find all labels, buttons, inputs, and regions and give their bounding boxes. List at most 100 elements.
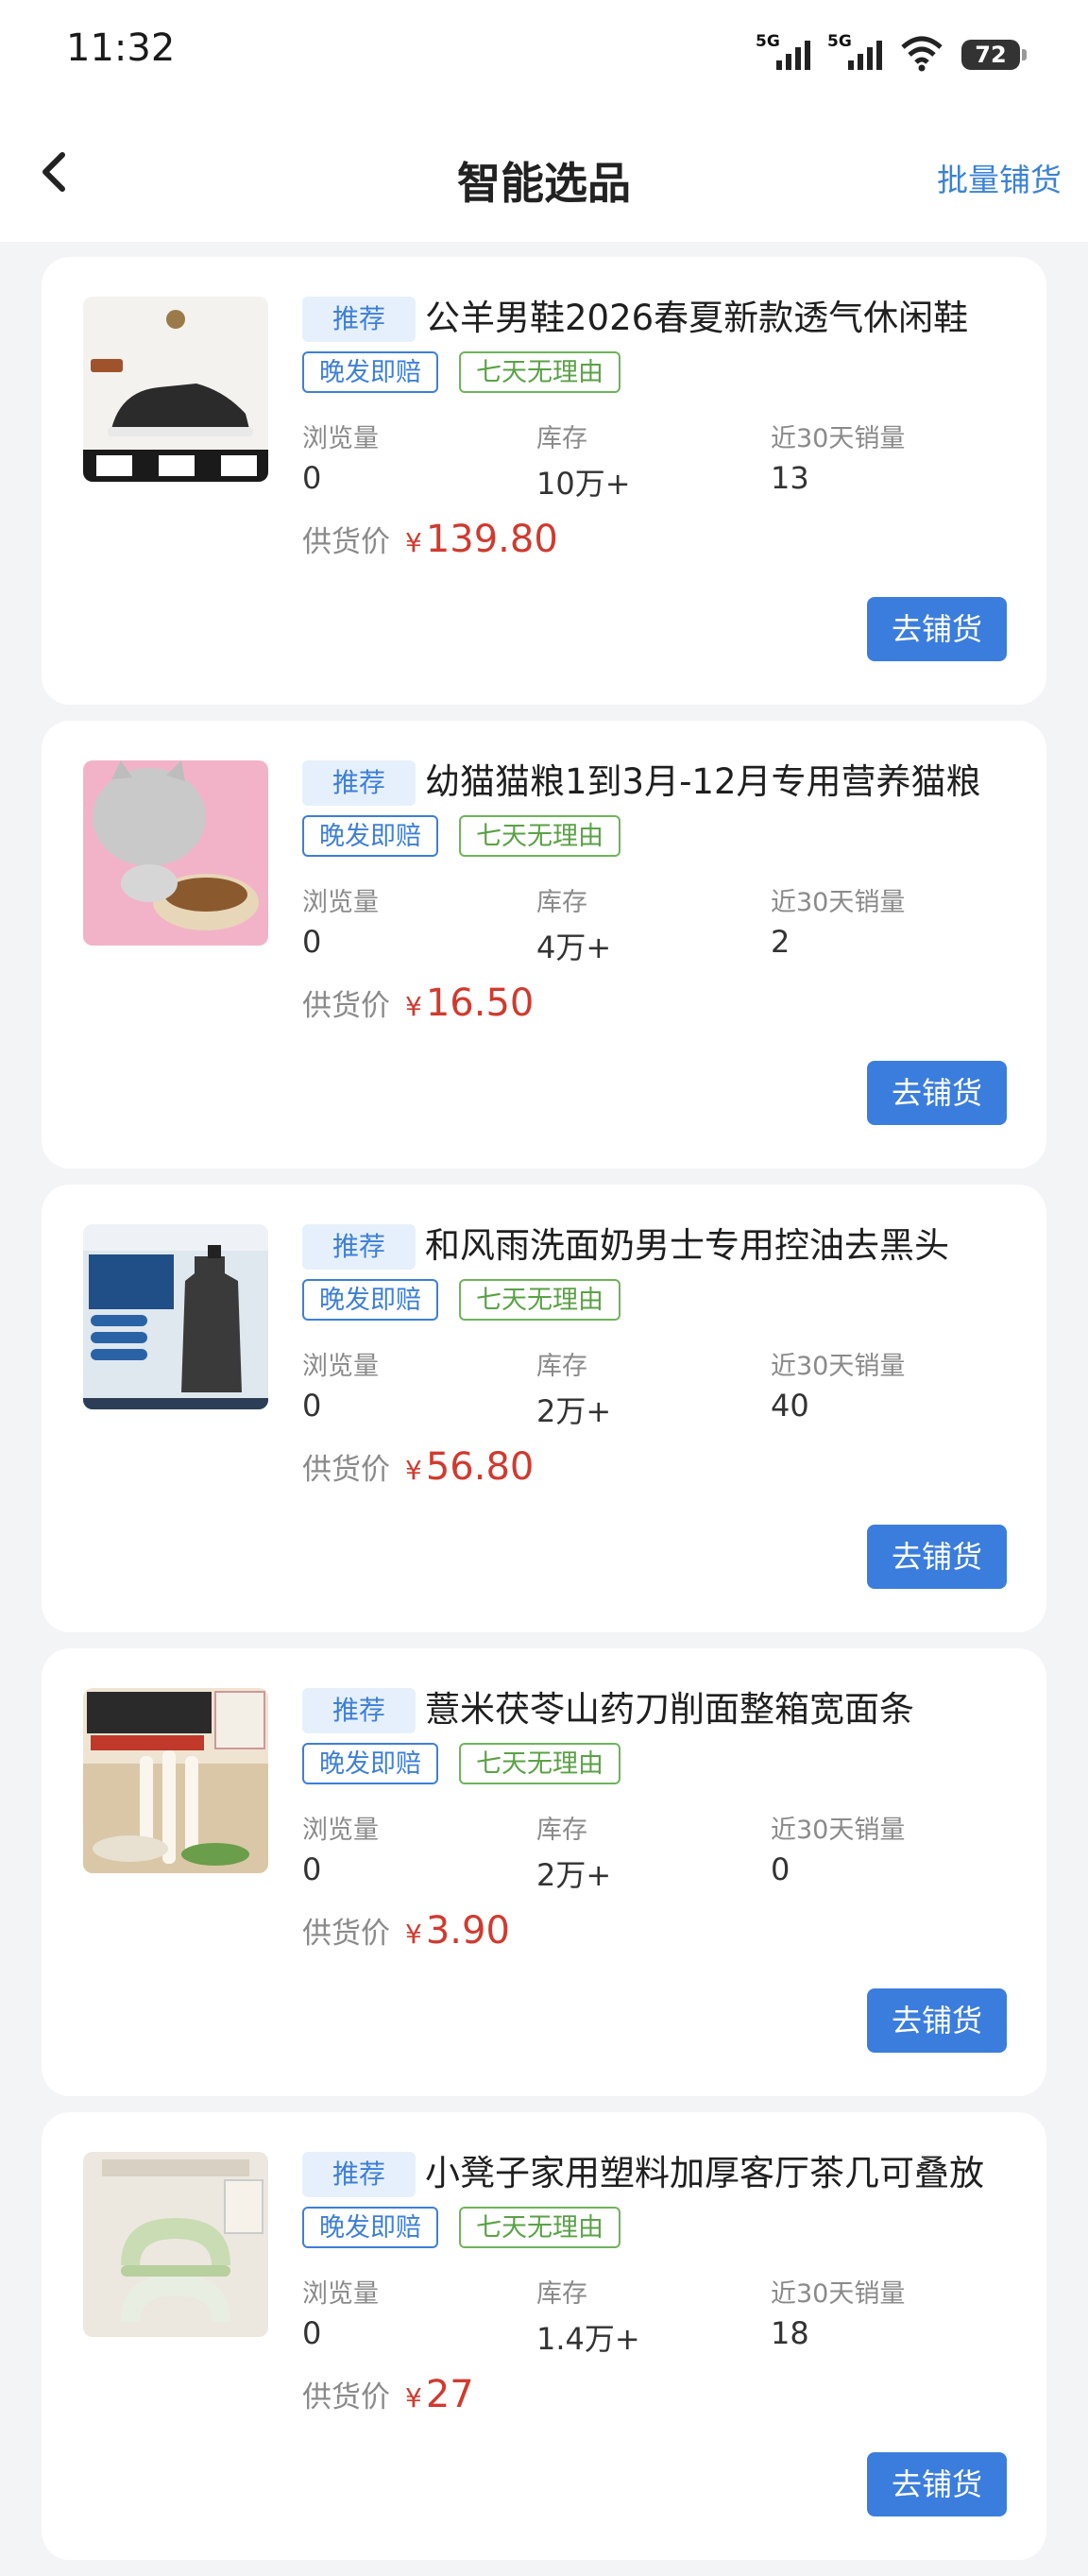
- views-stat: 浏览量 0: [302, 1809, 379, 1887]
- sales-label: 近30天销量: [771, 2279, 906, 2309]
- product-card[interactable]: 推荐 幼猫猫粮1到3月-12月专用营养猫粮 晚发即赔 七天无理由 浏览量 0 库…: [42, 721, 1046, 1169]
- product-image[interactable]: [83, 297, 268, 482]
- views-stat: 浏览量 0: [302, 881, 379, 960]
- price-value: 3.90: [425, 1909, 510, 1953]
- late-compensation-badge: 晚发即赔: [302, 2207, 438, 2248]
- seven-day-return-badge: 七天无理由: [459, 2207, 620, 2248]
- product-name[interactable]: 薏米茯苓山药刀削面整箱宽面条: [425, 1684, 1011, 1735]
- recommend-tag: 推荐: [302, 760, 416, 806]
- currency-symbol: ¥: [405, 1455, 422, 1486]
- price-value: 56.80: [425, 1445, 535, 1489]
- distribute-button[interactable]: 去铺货: [867, 597, 1007, 661]
- seven-day-return-badge: 七天无理由: [459, 351, 620, 393]
- currency-symbol: ¥: [405, 2382, 422, 2414]
- service-badges: 晚发即赔 七天无理由: [302, 2207, 620, 2248]
- signal-icon: 5G: [827, 32, 882, 74]
- supply-price-label: 供货价: [302, 1917, 390, 1951]
- currency-symbol: ¥: [405, 1919, 422, 1950]
- views-stat: 浏览量 0: [302, 2273, 379, 2351]
- seven-day-return-badge: 七天无理由: [459, 815, 620, 857]
- sales-value: 40: [771, 1388, 809, 1424]
- product-card[interactable]: 推荐 薏米茯苓山药刀削面整箱宽面条 晚发即赔 七天无理由 浏览量 0 库存 2万…: [42, 1648, 1046, 2096]
- price-value: 16.50: [425, 981, 535, 1025]
- sales-label: 近30天销量: [771, 1352, 906, 1381]
- batch-distribute-button[interactable]: 批量铺货: [937, 155, 1062, 200]
- supply-price-label: 供货价: [302, 989, 390, 1023]
- late-compensation-badge: 晚发即赔: [302, 351, 438, 393]
- sales-stat: 近30天销量 2: [771, 881, 905, 960]
- sales-value: 13: [771, 460, 809, 496]
- stool-image: [83, 2152, 268, 2337]
- stock-stat: 库存 4万+: [536, 881, 611, 967]
- views-value: 0: [302, 2315, 322, 2351]
- stock-stat: 库存 10万+: [536, 418, 631, 503]
- sales-label: 近30天销量: [771, 424, 906, 453]
- views-label: 浏览量: [302, 1816, 379, 1845]
- supply-price-label: 供货价: [302, 525, 390, 559]
- product-name[interactable]: 小凳子家用塑料加厚客厅茶几可叠放: [425, 2148, 1011, 2199]
- shoe-image: [83, 297, 268, 482]
- sales-value: 0: [771, 1851, 790, 1887]
- seven-day-return-badge: 七天无理由: [459, 1279, 620, 1321]
- distribute-button[interactable]: 去铺货: [867, 1525, 1007, 1589]
- product-card[interactable]: 推荐 公羊男鞋2026春夏新款透气休闲鞋 晚发即赔 七天无理由 浏览量 0 库存…: [42, 257, 1046, 705]
- service-badges: 晚发即赔 七天无理由: [302, 815, 620, 857]
- product-list: 推荐 公羊男鞋2026春夏新款透气休闲鞋 晚发即赔 七天无理由 浏览量 0 库存…: [42, 257, 1046, 2576]
- status-time: 11:32: [66, 26, 176, 70]
- late-compensation-badge: 晚发即赔: [302, 1743, 438, 1784]
- stock-label: 库存: [536, 1816, 587, 1845]
- sales-stat: 近30天销量 0: [771, 1809, 905, 1887]
- product-image[interactable]: [83, 1224, 268, 1409]
- currency-symbol: ¥: [405, 527, 422, 558]
- stock-value: 10万+: [536, 466, 631, 502]
- views-stat: 浏览量 0: [302, 418, 379, 496]
- stock-label: 库存: [536, 888, 587, 917]
- sales-value: 18: [771, 2315, 809, 2351]
- cleanser-image: [83, 1224, 268, 1409]
- product-card[interactable]: 推荐 小凳子家用塑料加厚客厅茶几可叠放 晚发即赔 七天无理由 浏览量 0 库存 …: [42, 2112, 1046, 2560]
- cat-food-image: [83, 760, 268, 946]
- sales-stat: 近30天销量 13: [771, 418, 905, 496]
- product-image[interactable]: [83, 1688, 268, 1873]
- price-row: 供货价 ¥ 56.80: [302, 1445, 534, 1489]
- late-compensation-badge: 晚发即赔: [302, 815, 438, 857]
- status-icons: 5G 5G 72: [756, 26, 1027, 74]
- service-badges: 晚发即赔 七天无理由: [302, 1279, 620, 1321]
- views-label: 浏览量: [302, 888, 379, 917]
- distribute-button[interactable]: 去铺货: [867, 1061, 1007, 1125]
- stock-label: 库存: [536, 2279, 587, 2309]
- product-image[interactable]: [83, 2152, 268, 2337]
- views-value: 0: [302, 460, 322, 496]
- stock-stat: 库存 2万+: [536, 1809, 611, 1895]
- stock-label: 库存: [536, 1352, 587, 1381]
- stock-stat: 库存 1.4万+: [536, 2273, 640, 2359]
- price-row: 供货价 ¥ 3.90: [302, 1909, 510, 1953]
- price-row: 供货价 ¥ 27: [302, 2373, 474, 2416]
- product-card[interactable]: 推荐 和风雨洗面奶男士专用控油去黑头 晚发即赔 七天无理由 浏览量 0 库存 2…: [42, 1185, 1046, 1632]
- recommend-tag: 推荐: [302, 1224, 416, 1270]
- views-value: 0: [302, 1851, 322, 1887]
- battery-icon: 72: [961, 40, 1027, 70]
- views-stat: 浏览量 0: [302, 1345, 379, 1424]
- product-name[interactable]: 和风雨洗面奶男士专用控油去黑头: [425, 1220, 1011, 1271]
- price-row: 供货价 ¥ 16.50: [302, 981, 534, 1025]
- recommend-tag: 推荐: [302, 1688, 416, 1733]
- distribute-button[interactable]: 去铺货: [867, 1988, 1007, 2053]
- wifi-icon: [899, 32, 944, 74]
- stock-label: 库存: [536, 424, 587, 453]
- service-badges: 晚发即赔 七天无理由: [302, 351, 620, 393]
- page-title: 智能选品: [457, 158, 631, 209]
- sales-stat: 近30天销量 40: [771, 1345, 905, 1424]
- product-name[interactable]: 幼猫猫粮1到3月-12月专用营养猫粮: [425, 757, 1011, 808]
- supply-price-label: 供货价: [302, 2380, 390, 2414]
- noodle-image: [83, 1688, 268, 1873]
- stock-value: 2万+: [536, 1857, 612, 1893]
- sales-stat: 近30天销量 18: [771, 2273, 905, 2351]
- service-badges: 晚发即赔 七天无理由: [302, 1743, 620, 1784]
- product-image[interactable]: [83, 760, 268, 946]
- distribute-button[interactable]: 去铺货: [867, 2452, 1007, 2516]
- recommend-tag: 推荐: [302, 297, 416, 342]
- product-name[interactable]: 公羊男鞋2026春夏新款透气休闲鞋: [425, 293, 1011, 344]
- sales-label: 近30天销量: [771, 888, 906, 917]
- signal-icon: 5G: [756, 32, 810, 74]
